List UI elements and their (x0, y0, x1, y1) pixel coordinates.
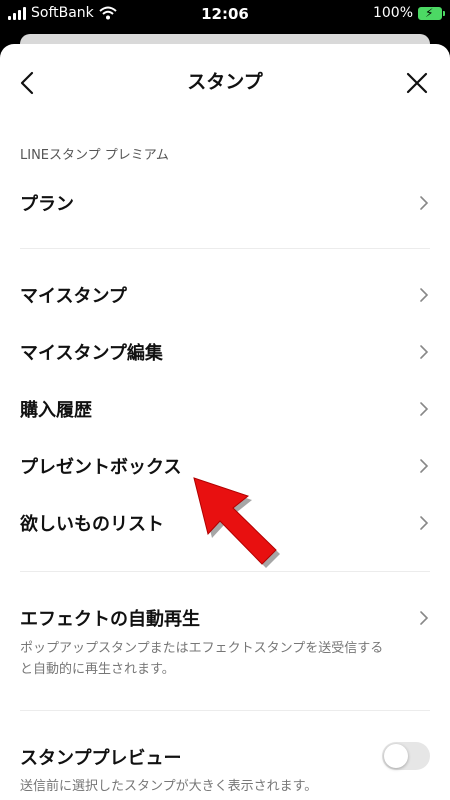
row-wishlist-label: 欲しいものリスト (20, 514, 164, 535)
chevron-right-icon (416, 344, 432, 360)
chevron-right-icon (416, 287, 432, 303)
toggle-knob (384, 744, 408, 768)
effect-description-line1: ポップアップスタンプまたはエフェクトスタンプを送受信する (20, 641, 384, 656)
stamp-settings-sheet: スタンプ LINEスタンプ プレミアム プラン マイスタンプ マイスタンプ編集 … (0, 44, 450, 800)
divider (20, 571, 430, 572)
divider (20, 248, 430, 249)
stamp-preview-toggle[interactable] (382, 742, 430, 770)
row-my-stamps[interactable]: マイスタンプ (0, 270, 450, 320)
premium-section-label: LINEスタンプ プレミアム (20, 148, 169, 163)
effect-description: ポップアップスタンプまたはエフェクトスタンプを送受信する と自動的に再生されます… (20, 638, 430, 680)
battery-icon: ⚡ (418, 6, 445, 20)
navigation-bar: スタンプ (0, 44, 450, 120)
row-my-stamps-label: マイスタンプ (20, 286, 127, 307)
chevron-right-icon (416, 195, 432, 211)
row-stamp-preview-label: スタンププレビュー (20, 748, 182, 769)
preview-description: 送信前に選択したスタンプが大きく表示されます。 (20, 779, 318, 794)
chevron-right-icon (416, 401, 432, 417)
battery-percent: 100% (372, 5, 413, 21)
battery-group: 100% ⚡ (372, 5, 445, 21)
chevron-right-icon (416, 610, 432, 626)
red-pointer-arrow-icon (193, 477, 280, 568)
row-effect-autoplay[interactable]: エフェクトの自動再生 (0, 593, 450, 643)
row-purchase-history[interactable]: 購入履歴 (0, 384, 450, 434)
row-present-box-label: プレゼントボックス (20, 457, 182, 478)
page-title: スタンプ (187, 71, 263, 93)
chevron-right-icon (416, 458, 432, 474)
close-button[interactable] (402, 68, 432, 98)
row-purchase-history-label: 購入履歴 (20, 400, 92, 421)
divider (20, 710, 430, 711)
row-plan-label: プラン (20, 194, 74, 215)
effect-description-line2: と自動的に再生されます。 (20, 662, 175, 677)
close-icon (406, 72, 428, 94)
row-edit-my-stamps[interactable]: マイスタンプ編集 (0, 327, 450, 377)
status-bar: SoftBank 12:06 100% ⚡ (0, 0, 450, 28)
row-plan[interactable]: プラン (0, 178, 450, 228)
row-edit-my-stamps-label: マイスタンプ編集 (20, 343, 163, 364)
row-effect-autoplay-label: エフェクトの自動再生 (20, 609, 200, 630)
chevron-right-icon (416, 515, 432, 531)
